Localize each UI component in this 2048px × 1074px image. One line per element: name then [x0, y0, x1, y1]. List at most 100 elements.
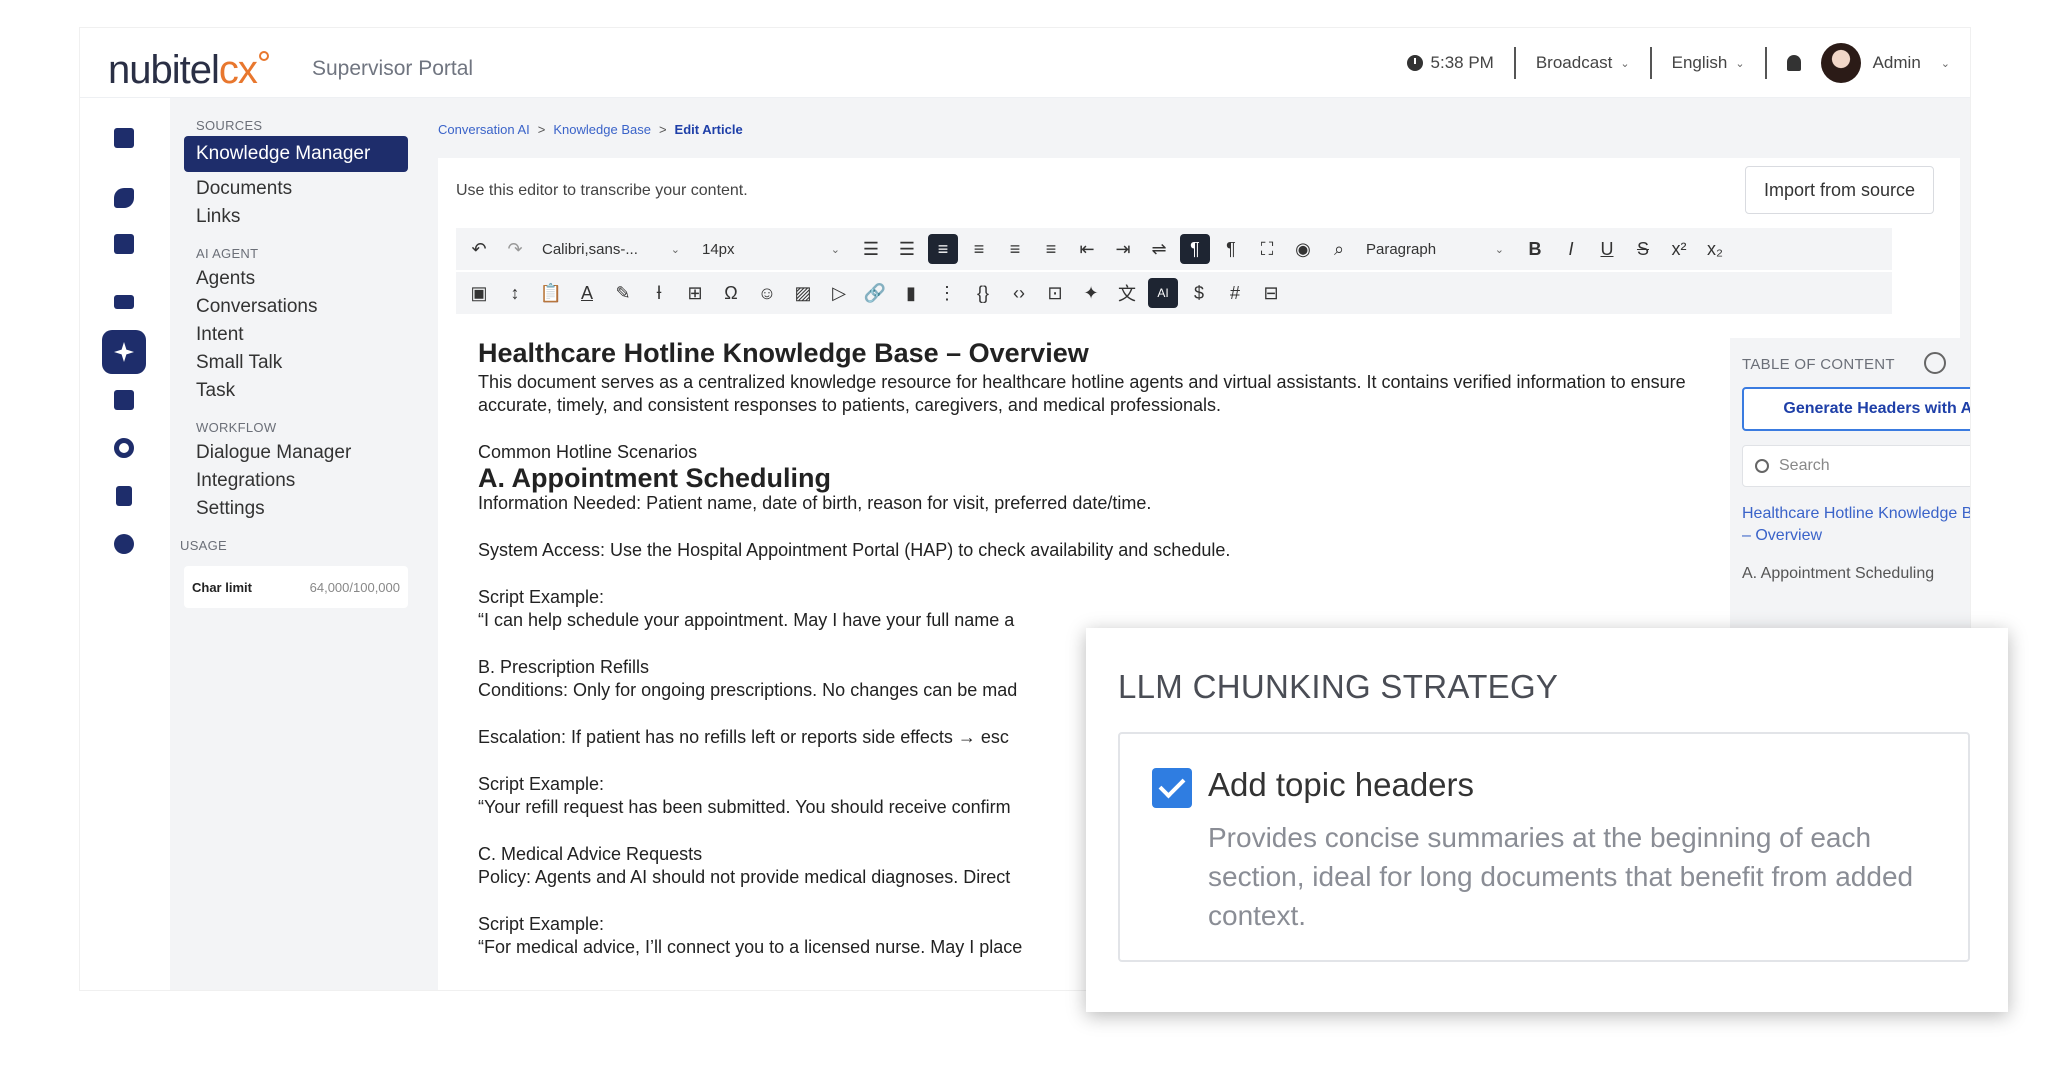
notifications-button[interactable] [1767, 46, 1821, 80]
media-icon[interactable]: ▷ [824, 278, 854, 308]
paragraph: This document serves as a centralized kn… [478, 372, 1686, 415]
clock-display: 5:38 PM [1387, 46, 1514, 80]
generate-headers-button[interactable]: Generate Headers with AI [1742, 387, 1970, 431]
chevron-down-icon: ⌄ [1735, 57, 1745, 70]
sidebar-item-agents[interactable]: Agents [196, 268, 255, 290]
sidebar: SOURCES Knowledge Manager Documents Link… [170, 98, 422, 990]
bullet-list-icon[interactable]: ☰ [892, 234, 922, 264]
table-icon[interactable]: ⊞ [680, 278, 710, 308]
find-icon[interactable]: ⌕ [1324, 234, 1354, 264]
email-icon[interactable] [102, 280, 146, 324]
broadcast-dropdown[interactable]: Broadcast ⌄ [1516, 46, 1650, 80]
sidebar-item-documents[interactable]: Documents [196, 178, 292, 200]
checkbox-checked-icon[interactable] [1152, 768, 1192, 808]
dollar-icon[interactable]: $ [1184, 278, 1214, 308]
analytics-icon[interactable] [102, 474, 146, 518]
paragraph: System Access: Use the Hospital Appointm… [478, 540, 1231, 560]
bookmark-icon[interactable]: ▮ [896, 278, 926, 308]
hash-icon[interactable]: # [1220, 278, 1250, 308]
preview-eye-icon[interactable]: ◉ [1288, 234, 1318, 264]
ltr-icon[interactable]: ¶ [1180, 234, 1210, 264]
sidebar-item-conversations[interactable]: Conversations [196, 296, 317, 318]
clear-format-icon[interactable]: Ɨ [644, 278, 674, 308]
select-all-icon[interactable]: ▣ [464, 278, 494, 308]
redo-icon[interactable]: ↷ [500, 234, 530, 264]
paragraph: Information Needed: Patient name, date o… [478, 493, 1152, 513]
outdent-icon[interactable]: ⇤ [1072, 234, 1102, 264]
subscript-icon[interactable]: x₂ [1700, 234, 1730, 264]
sidebar-item-integrations[interactable]: Integrations [196, 470, 295, 492]
popup-title: LLM CHUNKING STRATEGY [1118, 668, 1559, 705]
justify-icon[interactable]: ≡ [1036, 234, 1066, 264]
italic-icon[interactable]: I [1556, 234, 1586, 264]
document-title: Healthcare Hotline Knowledge Base – Over… [478, 338, 1089, 368]
highlight-icon[interactable]: ✎ [608, 278, 638, 308]
sidebar-item-small-talk[interactable]: Small Talk [196, 352, 282, 374]
emoji-icon[interactable]: ☺ [752, 278, 782, 308]
bell-icon [1786, 55, 1801, 71]
link-icon[interactable]: 🔗 [860, 278, 890, 308]
fullscreen-icon[interactable]: ⛶ [1252, 234, 1282, 264]
ai-icon[interactable]: AI [1148, 278, 1178, 308]
template-icon[interactable]: ⊟ [1256, 278, 1286, 308]
toc-link-overview[interactable]: Healthcare Hotline Knowledge Base – Over… [1742, 503, 1970, 547]
import-from-source-button[interactable]: Import from source [1744, 166, 1934, 214]
chunking-strategy-popup: LLM CHUNKING STRATEGY Add topic headers … [1086, 628, 2008, 1012]
block-format-select[interactable]: Paragraph ⌄ [1360, 233, 1510, 265]
sidebar-item-task[interactable]: Task [196, 380, 235, 402]
rtl-icon[interactable]: ¶ [1216, 234, 1246, 264]
translate-icon[interactable]: 文 [1112, 278, 1142, 308]
special-char-icon[interactable]: Ω [716, 278, 746, 308]
ai-agent-heading: AI AGENT [196, 246, 259, 261]
image-icon[interactable]: ▨ [788, 278, 818, 308]
numbered-list-icon[interactable]: ☰ [856, 234, 886, 264]
option-description: Provides concise summaries at the beginn… [1208, 822, 1914, 931]
breadcrumb-knowledge-base[interactable]: Knowledge Base [553, 122, 651, 137]
contacts-icon[interactable] [102, 378, 146, 422]
phone-icon[interactable] [102, 176, 146, 220]
chat-icon[interactable] [102, 222, 146, 266]
strikethrough-icon[interactable]: S [1628, 234, 1658, 264]
toc-search-input[interactable]: Search [1742, 445, 1970, 487]
search-icon [1755, 459, 1769, 473]
line-height-icon[interactable]: ↕ [500, 278, 530, 308]
comment-icon[interactable]: ⊡ [1040, 278, 1070, 308]
dashboard-icon[interactable] [102, 116, 146, 160]
align-left-icon[interactable]: ≡ [928, 234, 958, 264]
font-size-select[interactable]: 14px ⌄ [696, 233, 846, 265]
indent-icon[interactable]: ⇥ [1108, 234, 1138, 264]
sidebar-item-links[interactable]: Links [196, 206, 240, 228]
icon-rail [80, 98, 170, 990]
language-dropdown[interactable]: English ⌄ [1652, 46, 1765, 80]
settings-gear-icon[interactable] [102, 522, 146, 566]
sidebar-item-dialogue-manager[interactable]: Dialogue Manager [196, 442, 351, 464]
breadcrumb: Conversation AI > Knowledge Base > Edit Arti… [438, 122, 743, 137]
text-color-icon[interactable]: A [572, 278, 602, 308]
bold-icon[interactable]: B [1520, 234, 1550, 264]
font-family-select[interactable]: Calibri,sans-... ⌄ [536, 233, 686, 265]
paste-icon[interactable]: 📋 [536, 278, 566, 308]
code-braces-icon[interactable]: {} [968, 278, 998, 308]
sidebar-item-settings[interactable]: Settings [196, 498, 265, 520]
underline-icon[interactable]: U [1592, 234, 1622, 264]
user-menu[interactable]: Admin ⌄ [1820, 43, 1970, 83]
align-right-icon[interactable]: ≡ [1000, 234, 1030, 264]
list-style-icon[interactable]: ⋮ [932, 278, 962, 308]
sidebar-item-intent[interactable]: Intent [196, 324, 244, 346]
option-card[interactable]: Add topic headers Provides concise summa… [1118, 732, 1970, 962]
superscript-icon[interactable]: x² [1664, 234, 1694, 264]
sidebar-item-knowledge-manager[interactable]: Knowledge Manager [184, 136, 408, 172]
history-icon[interactable] [1924, 352, 1946, 374]
breadcrumb-conversation-ai[interactable]: Conversation AI [438, 122, 530, 137]
toc-item-appointment[interactable]: A. Appointment Scheduling [1742, 565, 1948, 583]
undo-icon[interactable]: ↶ [464, 234, 494, 264]
line-break-icon[interactable]: ⇌ [1144, 234, 1174, 264]
magic-wand-icon[interactable]: ✦ [1076, 278, 1106, 308]
logo: nubitelcx [108, 48, 269, 93]
circle-icon[interactable] [102, 426, 146, 470]
ai-sparkle-icon[interactable] [102, 330, 146, 374]
option-title: Add topic headers [1208, 766, 1475, 803]
usage-card: Char limit 64,000/100,000 [184, 566, 408, 608]
code-icon[interactable]: ‹› [1004, 278, 1034, 308]
align-center-icon[interactable]: ≡ [964, 234, 994, 264]
